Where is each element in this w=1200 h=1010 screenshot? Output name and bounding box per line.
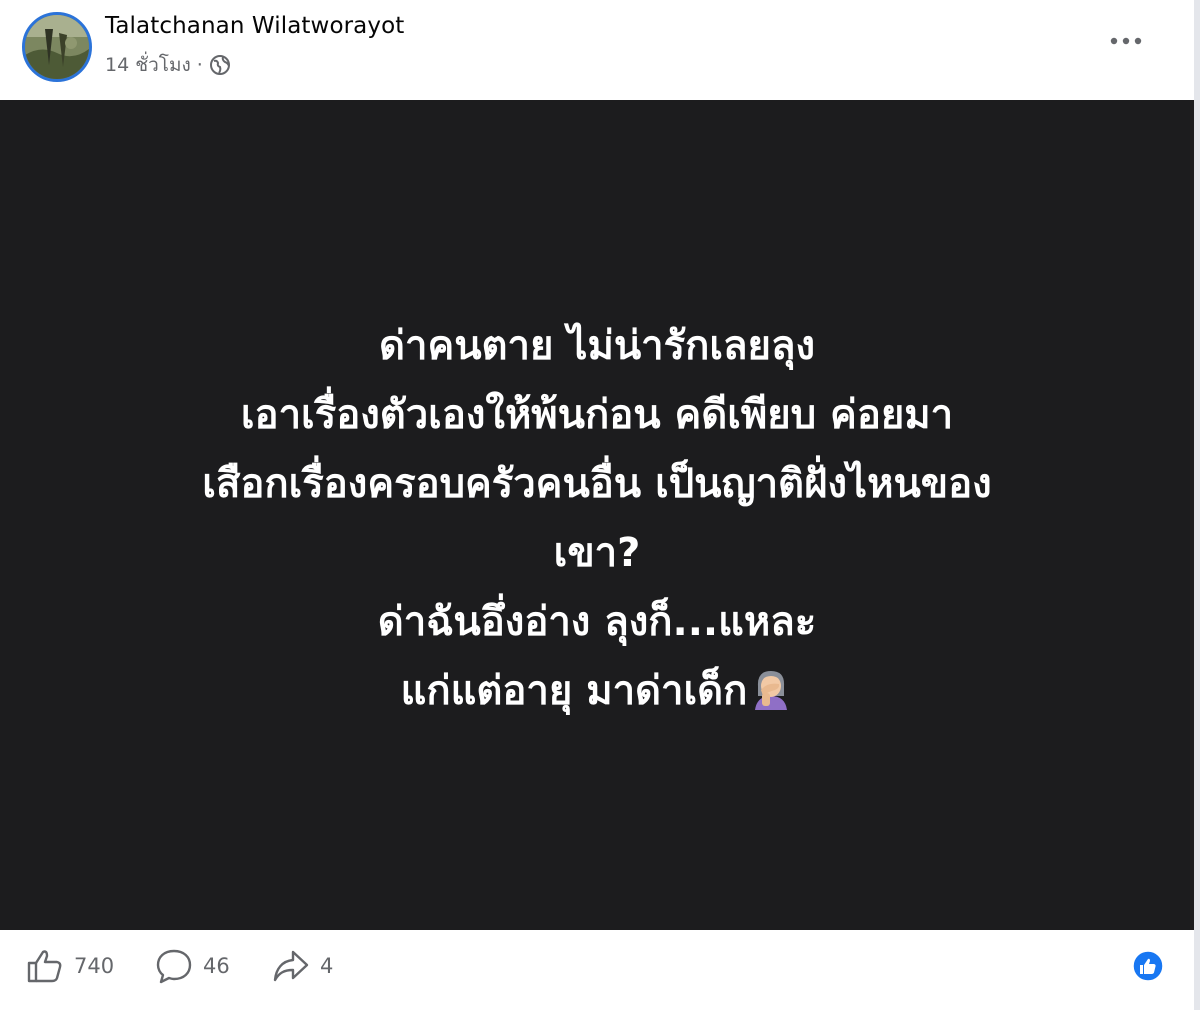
post-text-background: ด่าคนตาย ไม่น่ารักเลยลุง เอาเรื่องตัวเอง… — [0, 100, 1194, 930]
post-text-line-2: เอาเรื่องตัวเองให้พ้นก่อน คดีเพียบ ค่อยม… — [240, 392, 954, 438]
avatar-photo — [25, 15, 89, 79]
more-options-icon[interactable] — [1106, 26, 1146, 56]
share-count: 4 — [320, 954, 334, 978]
globe-icon — [209, 54, 231, 76]
like-count: 740 — [74, 954, 115, 978]
facebook-post: Talatchanan Wilatworayot 14 ชั่วโมง · ด่… — [0, 0, 1200, 1010]
post-text-line-4: เขา? — [553, 530, 641, 576]
post-header: Talatchanan Wilatworayot 14 ชั่วโมง · — [0, 0, 1194, 100]
post-timestamp[interactable]: 14 ชั่วโมง — [105, 50, 191, 80]
post-text-line-1: ด่าคนตาย ไม่น่ารักเลยลุง — [379, 323, 815, 369]
post-actions-bar: 740 46 4 — [0, 930, 1194, 1010]
comment-count: 46 — [203, 954, 230, 978]
post-text-line-5: ด่าฉันอึ่งอ่าง ลุงก็...แหละ — [377, 599, 817, 645]
right-border — [1194, 0, 1200, 1010]
like-reaction-badge-icon[interactable] — [1132, 950, 1164, 982]
post-text-line-3: เสือกเรื่องครอบครัวคนอื่น เป็นญาติฝั่งไห… — [202, 461, 992, 507]
thumbs-up-icon — [27, 950, 62, 983]
post-text-line-6-wrapper: แก่แต่อายุ มาด่าเด็ก — [0, 657, 1194, 726]
like-button[interactable]: 740 — [26, 948, 114, 984]
author-name[interactable]: Talatchanan Wilatworayot — [105, 13, 404, 39]
share-icon — [273, 950, 309, 982]
share-button[interactable]: 4 — [272, 948, 333, 984]
post-text-line-6: แก่แต่อายุ มาด่าเด็ก — [400, 668, 748, 714]
comment-button[interactable]: 46 — [155, 948, 230, 984]
post-text: ด่าคนตาย ไม่น่ารักเลยลุง เอาเรื่องตัวเอง… — [0, 312, 1194, 726]
post-meta: 14 ชั่วโมง · — [105, 50, 231, 80]
meta-separator: · — [196, 54, 203, 76]
woman-facepalming-icon — [749, 663, 793, 710]
comment-icon — [156, 949, 192, 984]
avatar[interactable] — [22, 12, 92, 82]
